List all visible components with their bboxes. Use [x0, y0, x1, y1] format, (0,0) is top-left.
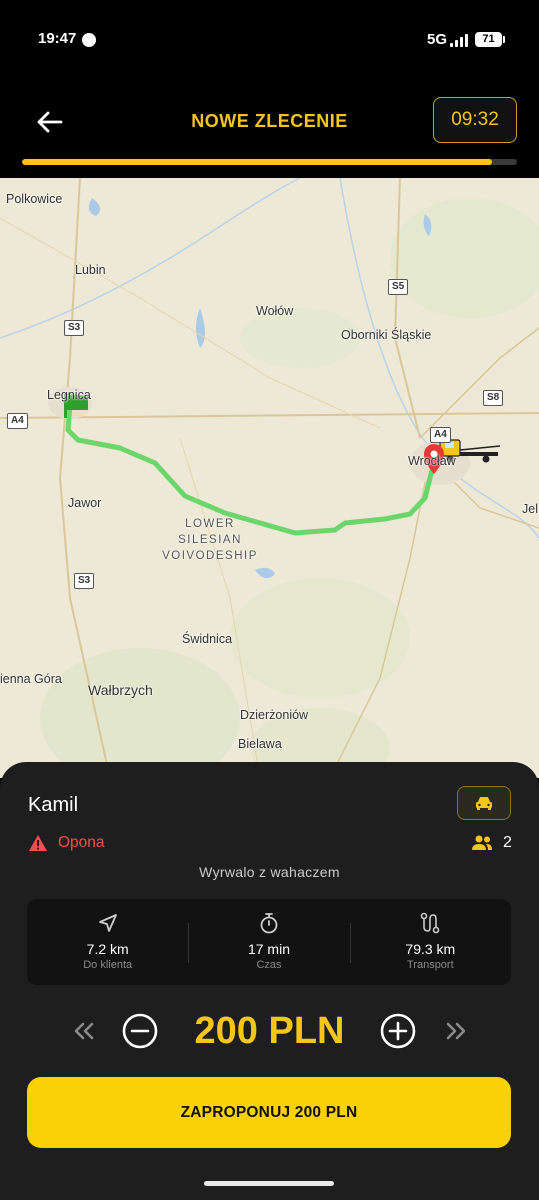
stopwatch-icon — [260, 913, 278, 934]
issue-label: Opona — [58, 834, 105, 851]
network-type: 5G — [427, 31, 448, 48]
timer-progress-bar — [22, 159, 517, 165]
road-shield-a4-west: A4 — [7, 413, 28, 429]
home-indicator[interactable] — [204, 1181, 334, 1186]
map-label-walbrzych: Wałbrzych — [88, 682, 153, 698]
countdown-timer: 09:32 — [433, 97, 517, 143]
route-icon — [421, 912, 440, 934]
double-chevron-right-icon — [446, 1022, 466, 1040]
order-sheet: Kamil Opona 2 Wyrwalo z wahaczem 7.2 km … — [0, 762, 539, 1200]
map-label-lubin: Lubin — [75, 263, 106, 277]
road-shield-s8: S8 — [483, 390, 504, 406]
people-icon — [472, 835, 492, 850]
map-label-oborniki: Oborniki Śląskie — [341, 328, 432, 342]
road-shield-s3-north: S3 — [64, 320, 85, 336]
route-map[interactable]: Polkowice Lubin Wołów Oborniki Śląskie L… — [0, 178, 539, 778]
passengers-value: 2 — [503, 834, 512, 851]
map-label-bielawa: Bielawa — [238, 737, 282, 751]
price-decrease-button[interactable] — [120, 1011, 160, 1051]
client-name: Kamil — [28, 794, 79, 816]
map-label-polkowice: Polkowice — [6, 192, 63, 206]
car-icon — [476, 797, 492, 810]
stat-distance-to-client: 7.2 km Do klienta — [27, 899, 188, 985]
map-label-region: LOWER SILESIAN VOIVODESHIP — [162, 518, 258, 562]
stat-label: Czas — [256, 959, 282, 971]
map-label-legnica: Legnica — [47, 388, 91, 402]
map-label-kamienna-gora: ienna Góra — [0, 672, 62, 686]
price-decrease-large-button[interactable] — [64, 1011, 104, 1051]
stat-value: 79.3 km — [405, 941, 456, 957]
stat-label: Do klienta — [83, 959, 133, 971]
road-shield-a4-east: A4 — [430, 427, 451, 443]
minus-circle-icon — [122, 1013, 158, 1049]
app-header: NOWE ZLECENIE 09:32 — [0, 80, 539, 178]
warning-icon — [29, 835, 47, 851]
stat-label: Transport — [406, 959, 454, 971]
road-shield-s5: S5 — [388, 279, 409, 295]
price-increase-large-button[interactable] — [436, 1011, 476, 1051]
stat-transport-distance: 79.3 km Transport — [349, 899, 511, 985]
navigation-arrow-icon — [98, 914, 117, 932]
map-label-jawor: Jawor — [68, 496, 102, 510]
plus-circle-icon — [380, 1013, 416, 1049]
price-increase-button[interactable] — [378, 1011, 418, 1051]
battery-icon: 71 — [475, 32, 505, 47]
stat-value: 7.2 km — [86, 941, 129, 957]
order-stats: 7.2 km Do klienta 17 min Czas 79.3 km Tr… — [27, 899, 511, 985]
propose-price-button[interactable]: ZAPROPONUJ 200 PLN — [27, 1077, 511, 1148]
order-description: Wyrwalo z wahaczem — [199, 864, 340, 880]
map-label-wroclaw: Wrocław — [408, 454, 456, 468]
double-chevron-left-icon — [74, 1022, 94, 1040]
map-label-wolow: Wołów — [256, 304, 294, 318]
signal-icon — [450, 33, 470, 47]
timer-progress-fill — [22, 159, 493, 165]
notification-dot-icon — [82, 33, 96, 47]
price-selector: 200 PLN — [0, 1002, 539, 1064]
map-label-jelcz: Jel — [522, 502, 538, 516]
passengers-count: 2 — [471, 834, 512, 852]
status-time: 19:47 — [38, 30, 77, 47]
map-label-dzierzoniow: Dzierżoniów — [240, 708, 309, 722]
vehicle-button[interactable] — [457, 786, 511, 820]
map-label-swidnica: Świdnica — [182, 632, 233, 646]
issue-row: Opona — [28, 834, 105, 852]
stat-value: 17 min — [247, 941, 290, 957]
road-shield-s3-south: S3 — [74, 573, 95, 589]
status-bar: 19:47 5G 71 — [0, 0, 539, 80]
stat-time: 17 min Czas — [188, 899, 349, 985]
